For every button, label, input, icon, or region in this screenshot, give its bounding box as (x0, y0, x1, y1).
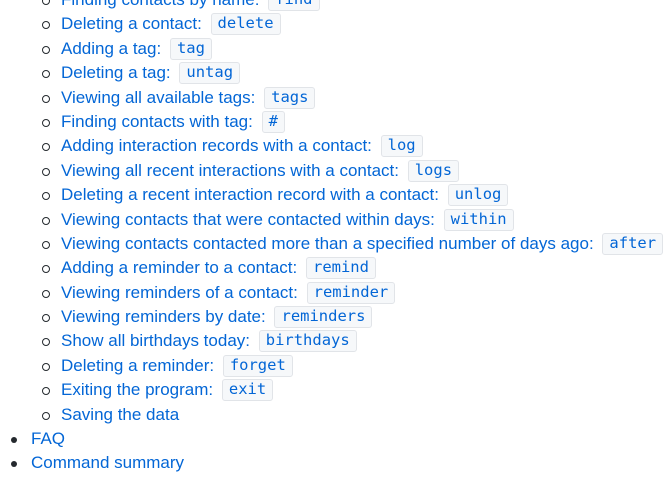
command-code: find (268, 0, 320, 11)
toc-top-item: Command summary (0, 451, 665, 475)
toc-link-label: Adding a tag: (61, 38, 162, 58)
toc-link[interactable]: Deleting a tag: untag (61, 62, 241, 85)
toc-link-label: Saving the data (61, 404, 180, 424)
toc-sub-item: Viewing reminders of a contact: reminder (0, 281, 665, 305)
toc-sub-item: Deleting a contact: delete (0, 12, 665, 36)
command-code: delete (210, 13, 281, 36)
toc-link-label: Show all birthdays today: (61, 331, 250, 351)
toc-link[interactable]: Viewing reminders of a contact: reminder (61, 281, 396, 304)
toc-link-faq[interactable]: FAQ (31, 429, 65, 448)
table-of-contents: Finding contacts by name: find Deleting … (0, 0, 665, 476)
toc-link[interactable]: Adding a reminder to a contact: remind (61, 257, 376, 280)
toc-link-label: Finding contacts by name: (61, 0, 259, 9)
hollow-bullet-icon (42, 338, 50, 347)
command-code: reminders (274, 306, 373, 329)
toc-link[interactable]: Viewing contacts that were contacted wit… (61, 208, 514, 231)
hollow-bullet-icon (42, 94, 50, 103)
toc-link[interactable]: Viewing reminders by date: reminders (61, 306, 373, 329)
toc-sub-item: Exiting the program: exit (0, 378, 665, 402)
solid-bullet-icon (11, 437, 17, 444)
toc-link[interactable]: Viewing contacts contacted more than a s… (61, 232, 664, 255)
toc-link[interactable]: Adding a tag: tag (61, 37, 212, 60)
hollow-bullet-icon (42, 70, 50, 79)
toc-sub-item: Show all birthdays today: birthdays (0, 329, 665, 353)
hollow-bullet-icon (42, 192, 50, 201)
solid-bullet-icon (11, 461, 17, 468)
toc-link[interactable]: Deleting a recent interaction record wit… (61, 184, 509, 207)
command-code: tags (264, 86, 316, 109)
toc-link[interactable]: Viewing all available tags: tags (61, 86, 316, 109)
command-code: untag (179, 62, 241, 85)
toc-link[interactable]: Saving the data (61, 405, 179, 424)
top-level-list: FAQ Command summary (0, 427, 665, 476)
toc-link-label: Deleting a tag: (61, 63, 171, 83)
hollow-bullet-icon (42, 21, 50, 30)
toc-sub-item: Viewing all recent interactions with a c… (0, 159, 665, 183)
toc-link-label: Finding contacts with tag: (61, 111, 253, 131)
toc-link-label: Exiting the program: (61, 380, 214, 400)
hollow-bullet-icon (42, 314, 50, 323)
command-code: after (602, 232, 664, 255)
hollow-bullet-icon (42, 216, 50, 225)
toc-link-label: Viewing all recent interactions with a c… (61, 160, 399, 180)
toc-link[interactable]: Adding interaction records with a contac… (61, 135, 423, 158)
toc-link-label: Adding a reminder to a contact: (61, 258, 298, 278)
toc-sub-item: Viewing reminders by date: reminders (0, 305, 665, 329)
toc-link-label: Viewing reminders by date: (61, 307, 266, 327)
toc-link-label: Deleting a reminder: (61, 355, 215, 375)
hollow-bullet-icon (42, 143, 50, 152)
toc-link-command-summary[interactable]: Command summary (31, 453, 184, 472)
command-code: remind (305, 257, 376, 280)
toc-link[interactable]: Show all birthdays today: birthdays (61, 330, 357, 353)
hollow-bullet-icon (42, 362, 50, 371)
hollow-bullet-icon (42, 167, 50, 176)
hollow-bullet-icon (42, 289, 50, 298)
toc-link-label: Deleting a contact: (61, 14, 202, 34)
toc-link[interactable]: Deleting a reminder: forget (61, 354, 293, 377)
hollow-bullet-icon (42, 265, 50, 274)
command-code: tag (169, 37, 212, 60)
toc-sub-item: Deleting a recent interaction record wit… (0, 183, 665, 207)
toc-link-label: Viewing contacts that were contacted wit… (61, 209, 435, 229)
toc-link[interactable]: Finding contacts with tag: # (61, 110, 285, 133)
toc-sub-item: Finding contacts with tag: # (0, 110, 665, 134)
toc-top-item: FAQ (0, 427, 665, 451)
toc-sub-item: Viewing contacts that were contacted wit… (0, 208, 665, 232)
command-code: exit (221, 379, 274, 402)
toc-sub-item: Deleting a tag: untag (0, 61, 665, 85)
toc-link[interactable]: Viewing all recent interactions with a c… (61, 159, 460, 182)
command-code: # (261, 110, 285, 133)
toc-link[interactable]: Exiting the program: exit (61, 379, 274, 402)
command-code: forget (222, 354, 293, 377)
features-sub-list: Finding contacts by name: find Deleting … (0, 0, 665, 427)
hollow-bullet-icon (42, 45, 50, 54)
toc-sub-item: Viewing all available tags: tags (0, 86, 665, 110)
toc-link-label: Viewing contacts contacted more than a s… (61, 233, 594, 253)
command-code: reminder (306, 281, 396, 304)
toc-link-label: Viewing reminders of a contact: (61, 282, 298, 302)
toc-link-label: Deleting a recent interaction record wit… (61, 185, 439, 205)
toc-sub-item: Deleting a reminder: forget (0, 354, 665, 378)
command-code: unlog (447, 184, 509, 207)
hollow-bullet-icon (42, 240, 50, 249)
toc-link-label: Adding interaction records with a contac… (61, 136, 372, 156)
hollow-bullet-icon (42, 387, 50, 396)
toc-sub-item: Saving the data (0, 403, 665, 427)
hollow-bullet-icon (42, 411, 50, 420)
command-code: birthdays (258, 330, 357, 353)
hollow-bullet-icon (42, 118, 50, 127)
command-code: within (443, 208, 514, 231)
hollow-bullet-icon (42, 0, 50, 5)
command-code: log (380, 135, 423, 158)
command-code: logs (407, 159, 460, 182)
toc-sub-item: Adding interaction records with a contac… (0, 134, 665, 158)
toc-sub-item: Viewing contacts contacted more than a s… (0, 232, 665, 256)
toc-link[interactable]: Deleting a contact: delete (61, 13, 281, 36)
toc-sub-item: Adding a tag: tag (0, 37, 665, 61)
toc-sub-item: Finding contacts by name: find (0, 0, 665, 12)
toc-link[interactable]: Finding contacts by name: find (61, 0, 320, 11)
toc-link-label: Viewing all available tags: (61, 87, 256, 107)
toc-sub-item: Adding a reminder to a contact: remind (0, 256, 665, 280)
